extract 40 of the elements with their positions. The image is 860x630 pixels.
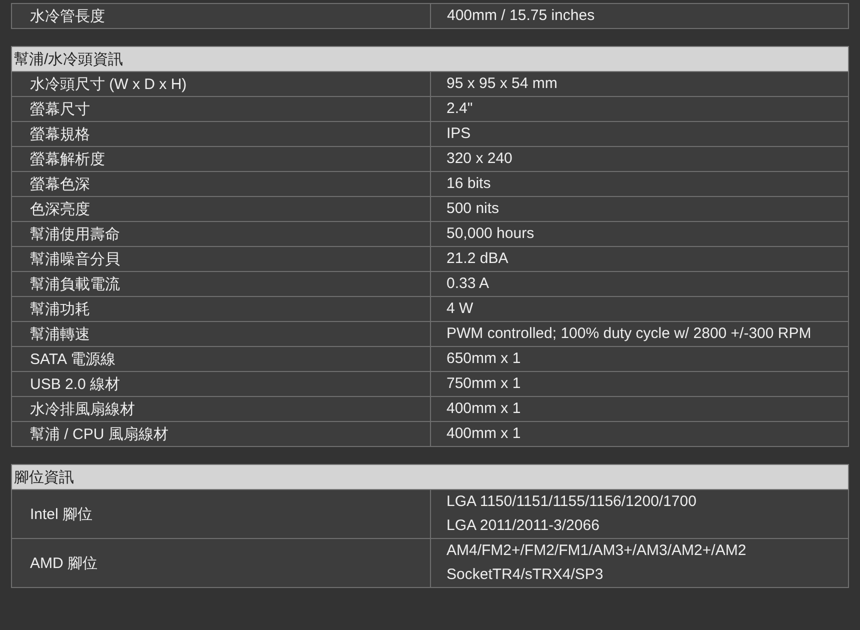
spec-value: 2.4" <box>446 99 474 119</box>
spec-value: 750mm x 1 <box>446 374 522 394</box>
spec-label: 幫浦噪音分貝 <box>12 246 430 272</box>
spec-value: 500 nits <box>446 199 500 219</box>
spec-value: 16 bits <box>446 174 492 194</box>
spec-label: 幫浦功耗 <box>12 296 430 322</box>
spec-label: 螢幕規格 <box>12 122 430 146</box>
spec-value: PWM controlled; 100% duty cycle w/ 2800 +/-300 RPM <box>446 324 812 344</box>
spec-value: 4 W <box>446 299 474 319</box>
spec-label: USB 2.0 線材 <box>12 372 430 396</box>
spec-value: 400mm x 1 <box>446 424 522 444</box>
spec-label: 幫浦使用壽命 <box>12 222 430 246</box>
spec-label: 螢幕色深 <box>12 172 430 196</box>
spec-label: 幫浦 / CPU 風扇線材 <box>12 422 430 446</box>
spec-value: SocketTR4/sTRX4/SP3 <box>446 565 604 585</box>
section-header: 幫浦/水冷頭資訊 <box>12 46 848 72</box>
spec-label: 螢幕尺寸 <box>12 96 430 122</box>
spec-value: 95 x 95 x 54 mm <box>446 74 558 94</box>
spec-label: Intel 腳位 <box>12 490 430 538</box>
spec-value: 650mm x 1 <box>446 349 522 369</box>
spec-label: 幫浦轉速 <box>12 322 430 346</box>
section-header: 腳位資訊 <box>12 464 848 490</box>
spec-value: LGA 2011/2011-3/2066 <box>446 516 600 536</box>
spec-label: 水冷頭尺寸 (W x D x H) <box>12 72 430 96</box>
spec-value: AM4/FM2+/FM2/FM1/AM3+/AM3/AM2+/AM2 <box>446 541 748 561</box>
spec-label: 水冷管長度 <box>12 4 430 28</box>
spec-label: 色深亮度 <box>12 196 430 222</box>
spec-value: 21.2 dBA <box>446 249 510 269</box>
spec-value: IPS <box>446 124 472 144</box>
spec-value: 400mm / 15.75 inches <box>447 6 596 26</box>
spec-label: 螢幕解析度 <box>12 146 430 172</box>
spec-value: 320 x 240 <box>446 149 514 169</box>
spec-value: 0.33 A <box>446 274 490 294</box>
spec-value: LGA 1150/1151/1155/1156/1200/1700 <box>446 492 698 512</box>
spec-label: 幫浦負載電流 <box>12 272 430 296</box>
spec-label: AMD 腳位 <box>12 538 430 588</box>
spec-value: 50,000 hours <box>446 224 536 244</box>
spec-value: 400mm x 1 <box>446 399 522 419</box>
spec-label: 水冷排風扇線材 <box>12 396 430 422</box>
spec-label: SATA 電源線 <box>12 346 430 372</box>
